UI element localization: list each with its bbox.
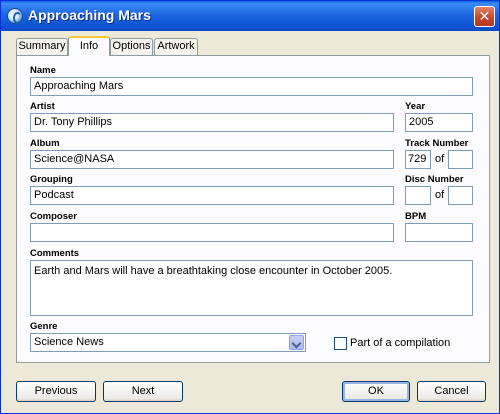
track-total-field[interactable]	[448, 150, 473, 169]
track-number-field[interactable]: 729	[405, 150, 431, 169]
tab-summary[interactable]: Summary	[16, 38, 68, 55]
genre-label: Genre	[30, 321, 58, 332]
composer-field[interactable]	[30, 223, 394, 242]
cancel-button[interactable]: Cancel	[417, 381, 486, 402]
comments-label: Comments	[30, 248, 80, 259]
artist-label: Artist	[30, 101, 55, 112]
name-field[interactable]: Approaching Mars	[30, 77, 473, 96]
artist-field[interactable]: Dr. Tony Phillips	[30, 113, 394, 132]
track-of-label: of	[435, 153, 445, 165]
album-label: Album	[30, 138, 60, 149]
track-number-label: Track Number	[405, 138, 469, 149]
ok-button[interactable]: OK	[342, 381, 410, 402]
bpm-label: BPM	[405, 211, 427, 222]
year-label: Year	[405, 101, 426, 112]
next-button[interactable]: Next	[103, 381, 183, 402]
grouping-field[interactable]: Podcast	[30, 186, 394, 205]
name-label: Name	[30, 65, 56, 76]
disc-number-label: Disc Number	[405, 174, 464, 185]
itunes-icon	[7, 8, 23, 24]
chevron-down-icon[interactable]	[289, 335, 304, 350]
disc-of-label: of	[435, 189, 445, 201]
genre-value: Science News	[34, 336, 104, 348]
disc-total-field[interactable]	[448, 186, 473, 205]
genre-dropdown[interactable]: Science News	[30, 333, 306, 352]
tab-info[interactable]: Info	[68, 36, 110, 56]
compilation-checkbox[interactable]	[334, 337, 347, 350]
year-field[interactable]: 2005	[405, 113, 473, 132]
disc-number-field[interactable]	[405, 186, 431, 205]
comments-field[interactable]: Earth and Mars will have a breathtaking …	[30, 260, 473, 316]
composer-label: Composer	[30, 211, 77, 222]
title-bar[interactable]: Approaching Mars ✕	[1, 1, 499, 31]
grouping-label: Grouping	[30, 174, 73, 185]
close-button[interactable]: ✕	[474, 6, 495, 27]
window-title: Approaching Mars	[28, 7, 151, 23]
bpm-field[interactable]	[405, 223, 473, 242]
tab-options[interactable]: Options	[110, 38, 153, 55]
tab-artwork[interactable]: Artwork	[154, 38, 198, 55]
info-dialog: Approaching Mars ✕ Summary Info Options …	[0, 0, 500, 414]
compilation-label[interactable]: Part of a compilation	[350, 337, 450, 349]
previous-button[interactable]: Previous	[16, 381, 96, 402]
album-field[interactable]: Science@NASA	[30, 150, 394, 169]
